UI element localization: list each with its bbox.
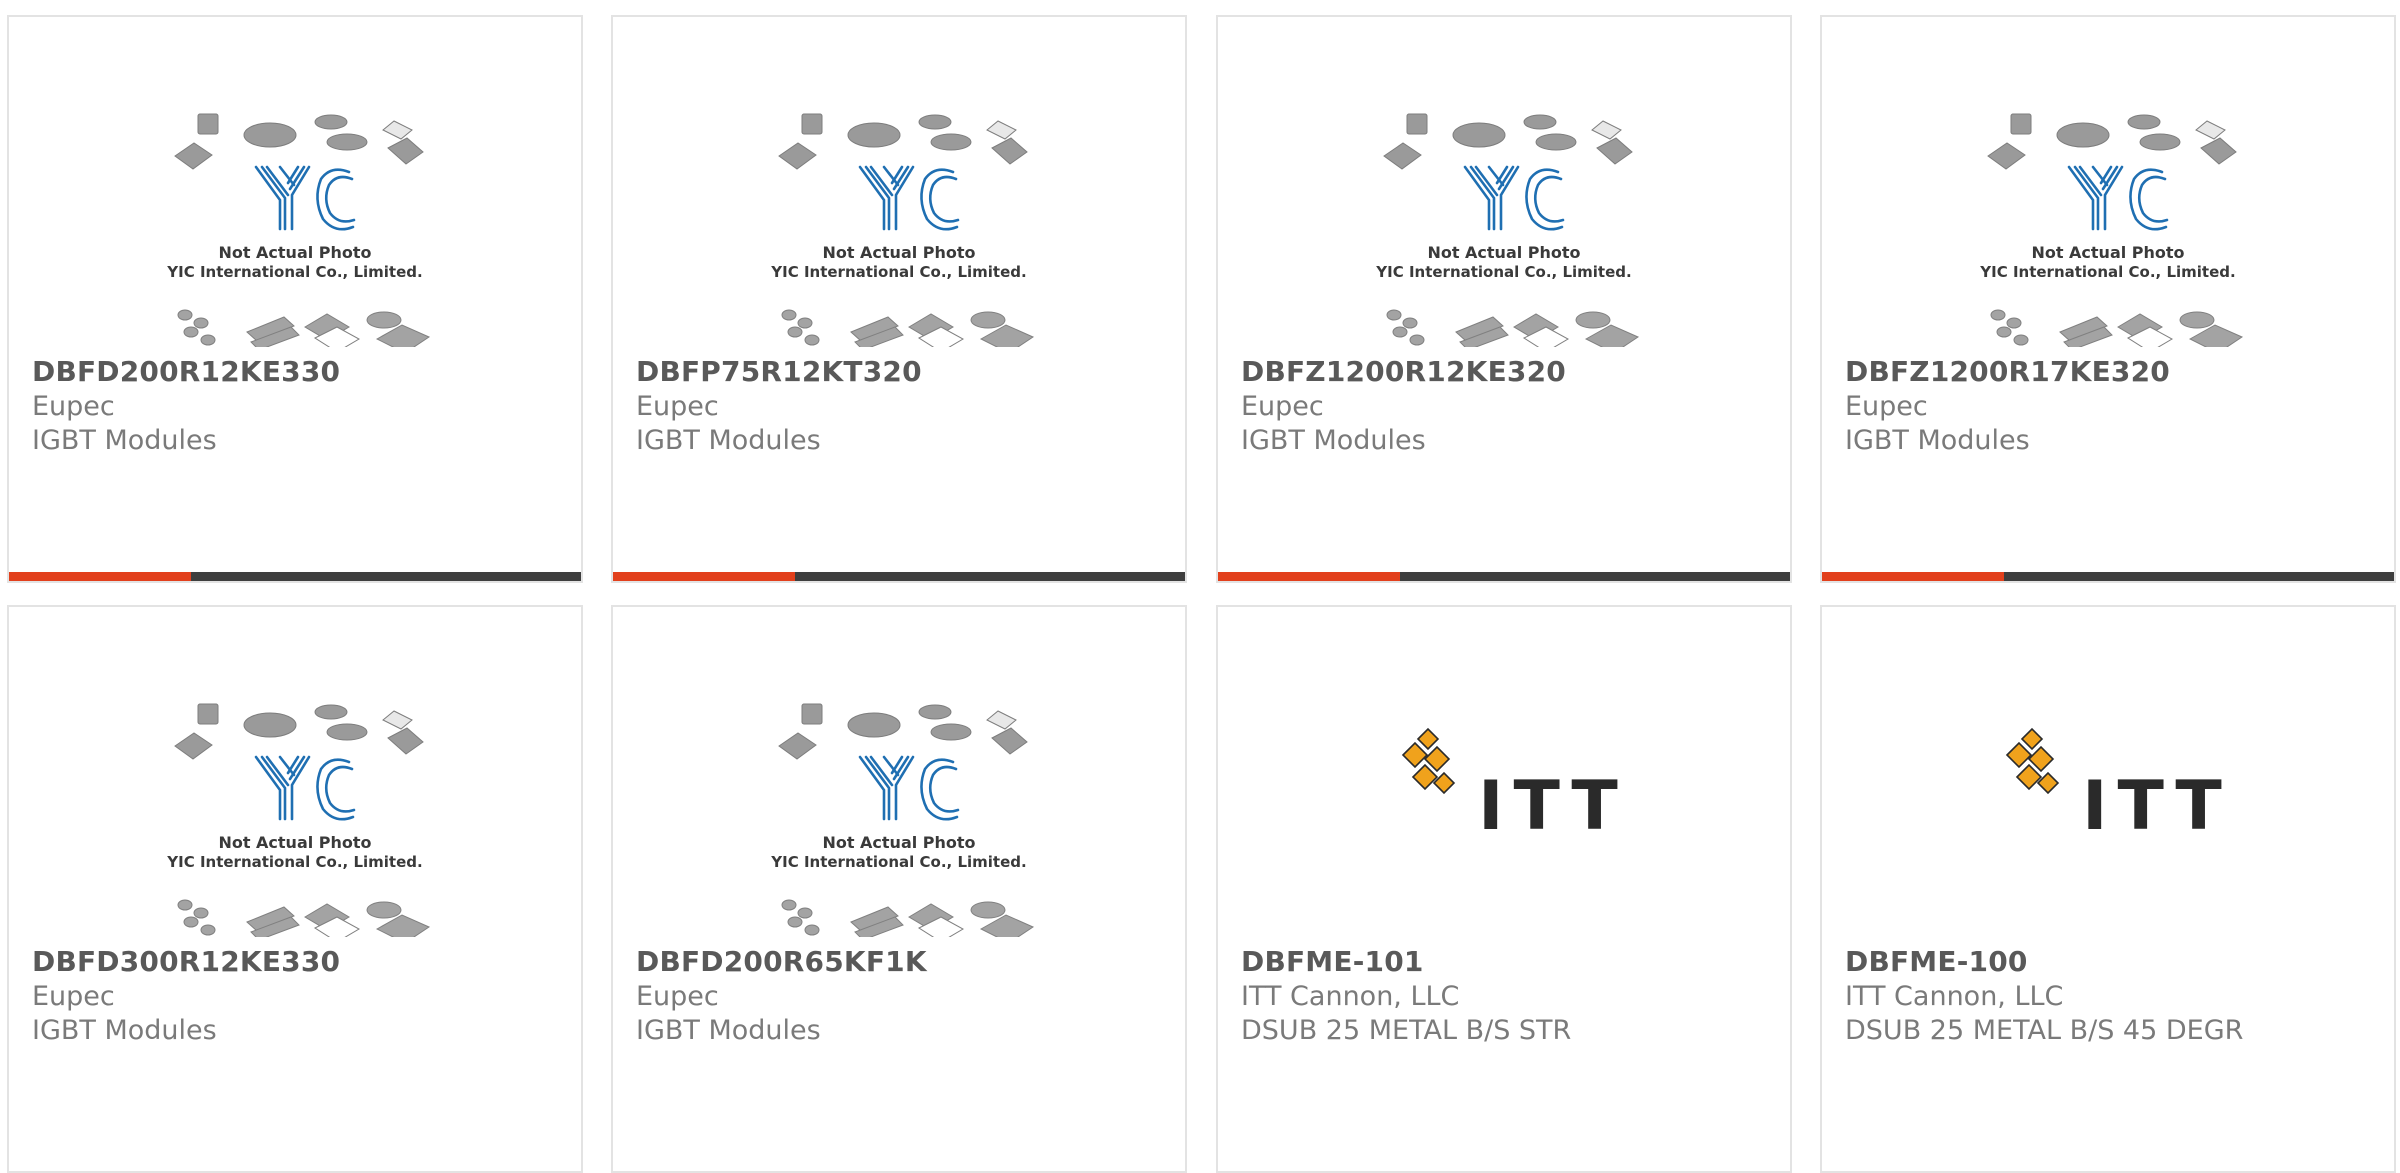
itt-logo-text: ITT bbox=[1478, 767, 1628, 846]
card-accent-bar bbox=[1218, 572, 1400, 581]
yic-placeholder-image: Not Actual Photo YIC International Co., … bbox=[166, 113, 431, 347]
placeholder-caption-line1: Not Actual Photo bbox=[822, 243, 975, 262]
product-description: IGBT Modules bbox=[32, 1015, 217, 1046]
card-accent-bar bbox=[1822, 572, 2004, 581]
placeholder-caption-line2: YIC International Co., Limited. bbox=[166, 263, 422, 281]
manufacturer-name: Eupec bbox=[32, 391, 115, 422]
placeholder-caption-line2: YIC International Co., Limited. bbox=[1375, 263, 1631, 281]
part-number-link[interactable]: DBFZ1200R17KE320 bbox=[1845, 355, 2170, 388]
product-card-dbfme-100[interactable]: ITT DBFME-100 ITT Cannon, LLC DSUB 25 ME… bbox=[1820, 605, 2396, 1173]
part-number-link[interactable]: DBFZ1200R12KE320 bbox=[1241, 355, 1566, 388]
product-thumbnail[interactable]: Not Actual Photo YIC International Co., … bbox=[9, 17, 581, 347]
product-card-dbfd300r12ke330[interactable]: Not Actual Photo YIC International Co., … bbox=[7, 605, 583, 1173]
product-description: IGBT Modules bbox=[636, 1015, 821, 1046]
manufacturer-name: Eupec bbox=[32, 981, 115, 1012]
manufacturer-name: Eupec bbox=[1241, 391, 1324, 422]
product-description: IGBT Modules bbox=[636, 425, 821, 456]
yic-placeholder-image: Not Actual Photo YIC International Co., … bbox=[770, 703, 1035, 937]
manufacturer-name: Eupec bbox=[636, 391, 719, 422]
manufacturer-name: ITT Cannon, LLC bbox=[1241, 981, 1460, 1012]
product-description: DSUB 25 METAL B/S 45 DEGR bbox=[1845, 1015, 2244, 1046]
yic-placeholder-image: Not Actual Photo YIC International Co., … bbox=[1979, 113, 2244, 347]
placeholder-caption-line1: Not Actual Photo bbox=[1427, 243, 1580, 262]
yic-placeholder-image: Not Actual Photo YIC International Co., … bbox=[770, 113, 1035, 347]
product-card-dbfd200r65kf1k[interactable]: Not Actual Photo YIC International Co., … bbox=[611, 605, 1187, 1173]
product-thumbnail[interactable]: Not Actual Photo YIC International Co., … bbox=[1822, 17, 2394, 347]
card-accent-bar bbox=[9, 572, 191, 581]
part-number-link[interactable]: DBFP75R12KT320 bbox=[636, 355, 922, 388]
part-number-link[interactable]: DBFD300R12KE330 bbox=[32, 945, 340, 978]
product-thumbnail[interactable]: Not Actual Photo YIC International Co., … bbox=[1218, 17, 1790, 347]
product-description: DSUB 25 METAL B/S STR bbox=[1241, 1015, 1572, 1046]
yic-placeholder-image: Not Actual Photo YIC International Co., … bbox=[1375, 113, 1640, 347]
itt-logo-text: ITT bbox=[2082, 767, 2232, 846]
product-thumbnail[interactable]: Not Actual Photo YIC International Co., … bbox=[613, 607, 1185, 937]
placeholder-caption-line2: YIC International Co., Limited. bbox=[770, 853, 1026, 871]
manufacturer-name: Eupec bbox=[636, 981, 719, 1012]
manufacturer-name: ITT Cannon, LLC bbox=[1845, 981, 2064, 1012]
product-card-dbfme-101[interactable]: ITT DBFME-101 ITT Cannon, LLC DSUB 25 ME… bbox=[1216, 605, 1792, 1173]
placeholder-caption-line1: Not Actual Photo bbox=[2031, 243, 2184, 262]
placeholder-caption-line2: YIC International Co., Limited. bbox=[166, 853, 422, 871]
part-number-link[interactable]: DBFME-101 bbox=[1241, 945, 1424, 978]
product-thumbnail[interactable]: Not Actual Photo YIC International Co., … bbox=[9, 607, 581, 937]
card-bottom-bar bbox=[1822, 572, 2394, 581]
card-bottom-bar bbox=[9, 572, 581, 581]
card-accent-bar bbox=[613, 572, 795, 581]
part-number-link[interactable]: DBFD200R12KE330 bbox=[32, 355, 340, 388]
placeholder-caption-line2: YIC International Co., Limited. bbox=[770, 263, 1026, 281]
manufacturer-name: Eupec bbox=[1845, 391, 1928, 422]
placeholder-caption-line1: Not Actual Photo bbox=[822, 833, 975, 852]
part-number-link[interactable]: DBFD200R65KF1K bbox=[636, 945, 927, 978]
itt-logo-image: ITT bbox=[1401, 727, 1628, 846]
product-description: IGBT Modules bbox=[1845, 425, 2030, 456]
placeholder-caption-line2: YIC International Co., Limited. bbox=[1979, 263, 2235, 281]
card-bottom-bar bbox=[613, 572, 1185, 581]
placeholder-caption-line1: Not Actual Photo bbox=[218, 243, 371, 262]
itt-logo-image: ITT bbox=[2005, 727, 2232, 846]
product-grid: Not Actual Photo YIC International Co., … bbox=[0, 0, 2400, 1173]
card-bottom-bar bbox=[1218, 572, 1790, 581]
product-card-dbfz1200r12ke320[interactable]: Not Actual Photo YIC International Co., … bbox=[1216, 15, 1792, 583]
product-card-dbfp75r12kt320[interactable]: Not Actual Photo YIC International Co., … bbox=[611, 15, 1187, 583]
product-thumbnail[interactable]: ITT bbox=[1822, 607, 2394, 937]
product-card-dbfz1200r17ke320[interactable]: Not Actual Photo YIC International Co., … bbox=[1820, 15, 2396, 583]
yic-placeholder-image: Not Actual Photo YIC International Co., … bbox=[166, 703, 431, 937]
product-thumbnail[interactable]: ITT bbox=[1218, 607, 1790, 937]
product-thumbnail[interactable]: Not Actual Photo YIC International Co., … bbox=[613, 17, 1185, 347]
part-number-link[interactable]: DBFME-100 bbox=[1845, 945, 2028, 978]
product-card-dbfd200r12ke330[interactable]: Not Actual Photo YIC International Co., … bbox=[7, 15, 583, 583]
placeholder-caption-line1: Not Actual Photo bbox=[218, 833, 371, 852]
product-description: IGBT Modules bbox=[32, 425, 217, 456]
product-description: IGBT Modules bbox=[1241, 425, 1426, 456]
